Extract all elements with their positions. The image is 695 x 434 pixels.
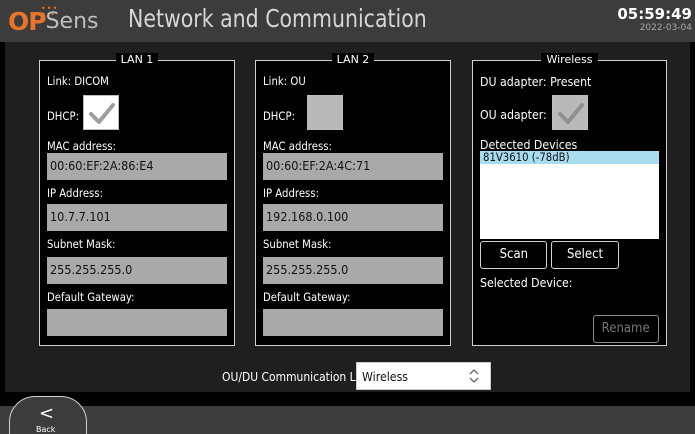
lan2-group: LAN 2 Link: OU DHCP: MAC address: 00:60:… bbox=[255, 53, 451, 346]
wireless-group: Wireless DU adapter: Present OU adapter:… bbox=[472, 53, 667, 346]
lan1-gateway-label: Default Gateway: bbox=[47, 290, 135, 304]
lan2-dhcp-label: DHCP: bbox=[263, 109, 295, 123]
clock-time: 05:59:49 bbox=[617, 5, 692, 23]
lan1-group: LAN 1 Link: DICOM DHCP: MAC address: 00:… bbox=[39, 53, 235, 346]
lan1-gateway-field[interactable] bbox=[47, 309, 227, 336]
updown-chevron-icon bbox=[469, 369, 479, 383]
selected-device-label: Selected Device: bbox=[480, 275, 573, 290]
lan1-dhcp-checkbox[interactable] bbox=[83, 95, 119, 130]
back-button[interactable]: < Back bbox=[9, 396, 87, 434]
communication-link-label: OU/DU Communication Link bbox=[222, 369, 372, 384]
lan2-ip-label: IP Address: bbox=[263, 186, 320, 200]
logo-dots-icon: ••• • • bbox=[41, 4, 59, 19]
header-bar: OP Sens ••• • • Network and Communication… bbox=[0, 0, 695, 42]
page-title: Network and Communication bbox=[128, 4, 427, 33]
lan2-gateway-field[interactable] bbox=[263, 309, 443, 336]
lan1-link-label: Link: DICOM bbox=[47, 74, 109, 88]
lan1-subnet-label: Subnet Mask: bbox=[47, 237, 116, 251]
detected-devices-list[interactable]: 81V3610 (-78dB) bbox=[480, 151, 659, 239]
device-list-item[interactable]: 81V3610 (-78dB) bbox=[480, 151, 659, 164]
lan1-subnet-field[interactable]: 255.255.255.0 bbox=[47, 257, 227, 284]
lan2-mac-label: MAC address: bbox=[263, 139, 332, 153]
lan2-ip-field[interactable]: 192.168.0.100 bbox=[263, 204, 443, 231]
wireless-legend: Wireless bbox=[473, 52, 666, 68]
checkmark-icon bbox=[89, 103, 115, 124]
main-panel: LAN 1 Link: DICOM DHCP: MAC address: 00:… bbox=[5, 42, 690, 392]
lan1-dhcp-label: DHCP: bbox=[47, 109, 79, 123]
select-button[interactable]: Select bbox=[551, 241, 619, 269]
clock-date: 2022-03-04 bbox=[639, 23, 692, 33]
lan1-ip-label: IP Address: bbox=[47, 186, 104, 200]
rename-button[interactable]: Rename bbox=[593, 315, 659, 343]
communication-link-value: Wireless bbox=[362, 369, 409, 384]
opsens-logo: OP Sens ••• • • bbox=[8, 4, 98, 36]
lan2-link-label: Link: OU bbox=[263, 74, 306, 88]
ou-adapter-label: OU adapter: bbox=[480, 107, 547, 122]
back-label: Back bbox=[36, 425, 56, 434]
lan2-subnet-field[interactable]: 255.255.255.0 bbox=[263, 257, 443, 284]
du-adapter-status: DU adapter: Present bbox=[480, 74, 592, 89]
lan1-ip-field[interactable]: 10.7.7.101 bbox=[47, 204, 227, 231]
lan2-mac-field[interactable]: 00:60:EF:2A:4C:71 bbox=[263, 153, 443, 180]
ou-adapter-checkbox bbox=[552, 95, 588, 130]
chevron-left-icon: < bbox=[39, 403, 55, 424]
logo-op: OP bbox=[8, 6, 47, 36]
lan1-mac-label: MAC address: bbox=[47, 139, 116, 153]
lan1-legend: LAN 1 bbox=[40, 52, 234, 68]
clock: 05:59:49 2022-03-04 bbox=[617, 6, 692, 34]
footer-bar bbox=[0, 406, 695, 434]
lan2-dhcp-checkbox[interactable] bbox=[307, 95, 343, 130]
scan-button[interactable]: Scan bbox=[480, 241, 547, 269]
lan2-subnet-label: Subnet Mask: bbox=[263, 237, 332, 251]
communication-link-select[interactable]: Wireless bbox=[356, 362, 491, 390]
lan2-legend: LAN 2 bbox=[256, 52, 450, 68]
lan2-gateway-label: Default Gateway: bbox=[263, 290, 351, 304]
checkmark-icon bbox=[558, 103, 584, 124]
lan1-mac-field[interactable]: 00:60:EF:2A:86:E4 bbox=[47, 153, 227, 180]
